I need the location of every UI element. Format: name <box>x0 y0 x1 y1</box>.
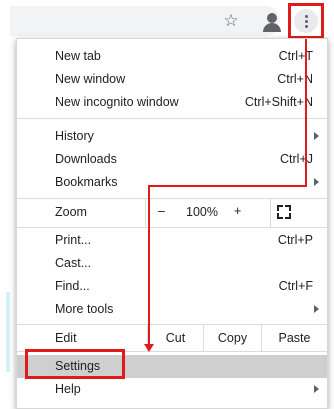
menu-item-shortcut: Ctrl+Shift+N <box>244 95 313 109</box>
menu-item-label: Bookmarks <box>55 175 118 189</box>
menu-item-shortcut: Ctrl+N <box>277 72 313 86</box>
menu-item-zoom: Zoom – 100% + <box>17 199 327 227</box>
menu-item-new-incognito[interactable]: New incognito window Ctrl+Shift+N <box>17 91 327 114</box>
fullscreen-icon[interactable] <box>277 205 291 219</box>
zoom-label: Zoom <box>55 205 87 219</box>
zoom-out-button[interactable]: – <box>158 204 165 218</box>
star-icon[interactable]: ☆ <box>219 9 243 33</box>
menu-item-shortcut: Ctrl+J <box>280 152 313 166</box>
menu-item-new-window[interactable]: New window Ctrl+N <box>17 68 327 91</box>
paste-button[interactable]: Paste <box>261 325 327 351</box>
menu-item-label: Print... <box>55 233 92 247</box>
menu-item-print[interactable]: Print... Ctrl+P <box>17 229 327 252</box>
menu-item-label: Help <box>55 382 81 396</box>
zoom-level: 100% <box>186 205 218 219</box>
menu-separator <box>17 227 327 228</box>
menu-item-find[interactable]: Find... Ctrl+F <box>17 275 327 298</box>
menu-item-help[interactable]: Help <box>17 378 327 401</box>
menu-item-label: More tools <box>55 302 114 316</box>
menu-item-label: New tab <box>55 49 101 63</box>
edit-label: Edit <box>55 331 77 345</box>
menu-item-history[interactable]: History <box>17 125 327 148</box>
chevron-right-icon <box>314 178 319 186</box>
menu-item-label: Cast... <box>55 256 92 270</box>
menu-item-downloads[interactable]: Downloads Ctrl+J <box>17 148 327 171</box>
chevron-right-icon <box>314 132 319 140</box>
copy-button[interactable]: Copy <box>203 325 261 351</box>
menu-item-label: New incognito window <box>55 95 179 109</box>
annotation-line <box>148 185 307 187</box>
page-content <box>0 42 14 409</box>
browser-toolbar: ☆ <box>0 0 334 42</box>
menu-item-shortcut: Ctrl+P <box>277 233 313 247</box>
menu-item-label: History <box>55 129 94 143</box>
chevron-right-icon <box>314 385 319 393</box>
menu-item-new-tab[interactable]: New tab Ctrl+T <box>17 45 327 68</box>
menu-item-label: Downloads <box>55 152 117 166</box>
menu-item-bookmarks[interactable]: Bookmarks <box>17 171 327 194</box>
zoom-in-button[interactable]: + <box>234 204 241 218</box>
menu-separator <box>17 118 327 119</box>
avatar-icon[interactable] <box>260 9 284 33</box>
zoom-controls: – 100% + <box>145 199 271 227</box>
annotation-arrow-icon <box>144 344 154 352</box>
menu-item-edit: Edit Cut Copy Paste <box>17 325 327 351</box>
menu-item-shortcut: Ctrl+F <box>278 279 313 293</box>
menu-item-label: New window <box>55 72 126 86</box>
menu-item-cast[interactable]: Cast... <box>17 252 327 275</box>
menu-item-shortcut: Ctrl+T <box>278 49 313 63</box>
cut-button[interactable]: Cut <box>147 325 203 351</box>
menu-item-more-tools[interactable]: More tools <box>17 298 327 321</box>
menu-item-label: Find... <box>55 279 90 293</box>
annotation-box-menu <box>288 3 324 39</box>
annotation-line <box>148 185 150 345</box>
chevron-right-icon <box>314 305 319 313</box>
annotation-line <box>305 39 307 187</box>
annotation-box-settings <box>25 349 125 379</box>
